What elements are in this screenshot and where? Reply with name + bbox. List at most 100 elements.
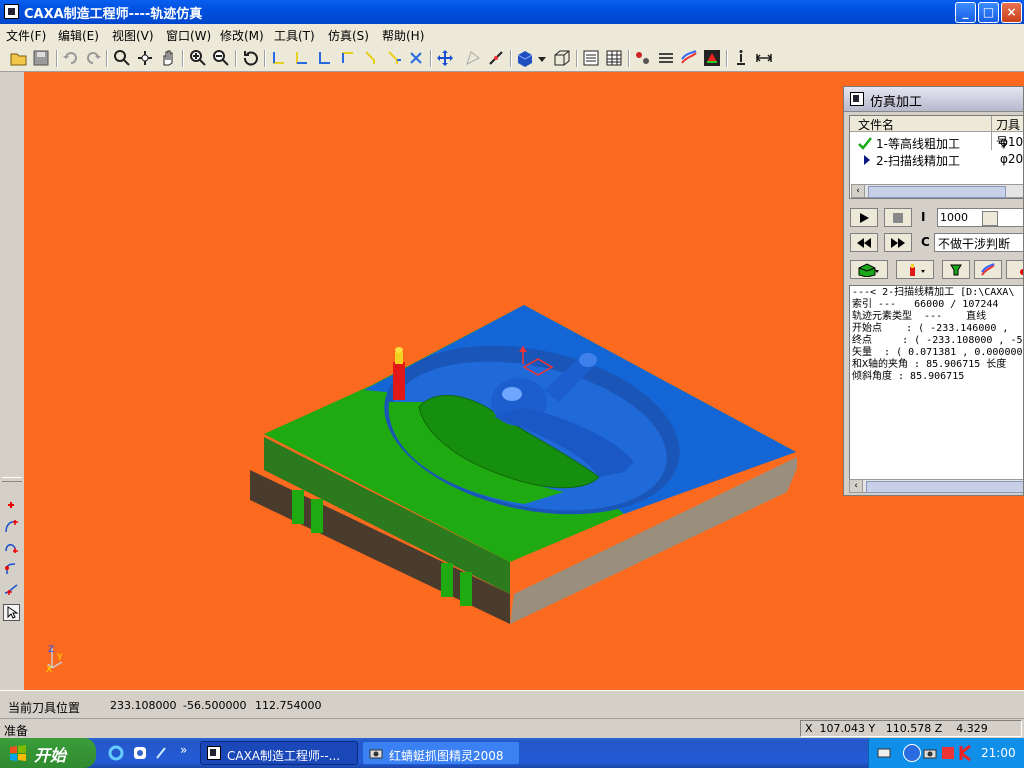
menu-file[interactable]: 文件(F) [6,27,46,44]
scroll-left-icon[interactable]: ‹ [852,185,865,197]
path-info-box: ---< 2-扫描线精加工 [D:\CAXA\ 索引 --- 66000 / 10… [849,285,1023,481]
task-caxa[interactable]: CAXA制造工程师--... [200,741,358,765]
panel-header[interactable]: 仿真加工 [844,87,1023,112]
curve-point-icon[interactable] [3,539,19,555]
rewind-button[interactable] [850,233,878,252]
menu-modify[interactable]: 修改(M) [220,27,264,44]
hand-icon[interactable] [159,49,177,67]
pan-icon[interactable] [136,49,154,67]
dropdown-arrow-icon[interactable] [538,55,546,63]
minimize-button[interactable]: _ [955,2,976,23]
system-tray: 21:00 [868,738,1024,768]
close-button[interactable]: × [1001,2,1022,23]
menu-tools[interactable]: 工具(T) [274,27,315,44]
show-desktop-icon[interactable] [154,745,170,761]
simulate-icon[interactable] [703,49,721,67]
arc-point-icon[interactable] [3,518,19,534]
info-line: 终点 : ( -233.108000 , -5 [852,335,1023,346]
wireframe-box-icon[interactable] [553,49,571,67]
window-title: CAXA制造工程师----轨迹仿真 [24,7,203,22]
view-right-icon[interactable] [339,49,357,67]
open-icon[interactable] [10,49,28,67]
zoom-window-icon[interactable] [113,49,131,67]
fast-forward-button[interactable] [884,233,912,252]
list-hscrollbar[interactable]: ‹ [851,184,1023,198]
menu-help[interactable]: 帮助(H) [382,27,424,44]
record-button[interactable] [1006,260,1023,279]
tool-path-icon[interactable] [634,49,652,67]
scroll-thumb[interactable] [866,481,1023,493]
keyboard-icon[interactable] [877,746,891,760]
quicklaunch-more[interactable]: » [180,743,187,757]
view-top-icon[interactable] [293,49,311,67]
maximize-button[interactable]: □ [978,2,999,23]
move-icon[interactable] [436,49,454,67]
menu-window[interactable]: 窗口(W) [166,27,211,44]
view-back-icon[interactable] [385,49,403,67]
zoom-out-icon[interactable] [212,49,230,67]
start-label: 开始 [34,746,67,765]
quicklaunch-icon[interactable] [132,745,148,761]
tray-k-icon[interactable] [959,745,973,761]
tray-camera-icon[interactable] [923,746,937,760]
front-slot [311,499,323,533]
info-hscrollbar[interactable]: ‹ [849,479,1023,493]
task-screenshot[interactable]: 红蜻蜓抓图精灵2008 [362,741,520,765]
list-row[interactable]: 2-扫描线精加工 φ20 [850,152,1023,169]
cursor-coordinates: X 107.043 Y 110.578 Z 4.329 [800,720,1022,737]
boss-highlight [502,387,522,401]
menu-simulate[interactable]: 仿真(S) [328,27,369,44]
play-button[interactable] [850,208,878,227]
scroll-left-icon[interactable]: ‹ [850,480,863,492]
holder-icon [950,264,962,276]
view-left-icon[interactable] [316,49,334,67]
start-button[interactable]: 开始 [0,738,96,768]
view-iso-icon[interactable] [408,49,426,67]
select-arrow-icon[interactable] [3,604,20,621]
info-line: 索引 --- 66000 / 107244 [852,299,999,310]
table-icon[interactable] [605,49,623,67]
save-icon[interactable] [32,49,50,67]
menu-view[interactable]: 视图(V) [112,27,154,44]
list-icon[interactable] [582,49,600,67]
sketch-icon[interactable] [464,49,482,67]
rotate-icon[interactable] [242,49,260,67]
path-color-icon [981,263,995,276]
tool-display-button[interactable] [896,260,934,279]
current-arrow-icon [864,155,870,165]
layers-icon[interactable] [657,49,675,67]
list-row[interactable]: 1-等高线粗加工 φ10 [850,135,1023,152]
app-icon[interactable] [4,4,19,19]
holder-button[interactable] [942,260,970,279]
redo-icon[interactable] [84,49,102,67]
surface-icon[interactable] [680,49,698,67]
line-icon[interactable] [487,49,505,67]
measure-icon[interactable] [755,49,773,67]
tangent-icon[interactable] [3,581,19,597]
taskbar: 开始 » CAXA制造工程师--... 红蜻蜓抓图精灵2008 21:00 [0,738,1024,768]
col-filename[interactable]: 文件名 [858,116,894,133]
view-bottom-icon[interactable] [362,49,380,67]
menu-edit[interactable]: 编辑(E) [58,27,99,44]
simulation-panel: 仿真加工 文件名 刀具号 1-等高线粗加工 φ10 2-扫描线精加工 φ20 ‹… [843,86,1024,496]
point-icon[interactable] [3,497,19,513]
undo-icon[interactable] [62,49,80,67]
view-front-icon[interactable] [270,49,288,67]
toolbar-separator [576,50,578,67]
scroll-thumb[interactable] [868,186,1006,198]
strip-divider [2,477,22,482]
shade-icon[interactable] [516,49,534,67]
stop-button[interactable] [884,208,912,227]
slider-thumb[interactable] [982,211,998,226]
model-display-button[interactable] [850,260,888,279]
tray-app-icon[interactable] [941,746,955,760]
tray-expand-icon[interactable] [903,744,921,762]
ie-icon[interactable] [108,745,124,761]
zoom-in-icon[interactable] [189,49,207,67]
corner-icon[interactable] [3,560,19,576]
check-mode-select[interactable]: 不做干涉判断 [934,233,1023,252]
speed-slider[interactable]: 1000 [937,208,1023,227]
info-icon[interactable] [732,49,750,67]
path-color-button[interactable] [974,260,1002,279]
file-list[interactable]: 文件名 刀具号 1-等高线粗加工 φ10 2-扫描线精加工 φ20 ‹ [849,115,1023,199]
